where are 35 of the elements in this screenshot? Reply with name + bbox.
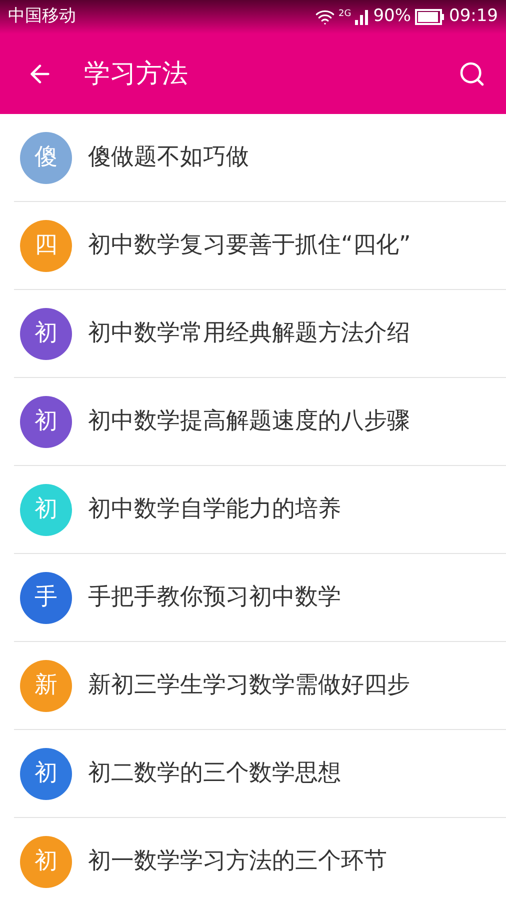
letter-avatar: 四: [20, 220, 72, 272]
battery-percent: 90%: [373, 5, 411, 28]
letter-avatar: 新: [20, 660, 72, 712]
list-item[interactable]: 初 初中数学提高解题速度的八步骤: [14, 378, 506, 466]
page-title: 学习方法: [84, 58, 188, 90]
letter-avatar: 初: [20, 484, 72, 536]
item-title: 初中数学常用经典解题方法介绍: [88, 319, 410, 348]
search-icon: [458, 60, 486, 88]
letter-avatar: 初: [20, 748, 72, 800]
clock: 09:19: [449, 5, 498, 28]
list-item[interactable]: 初 初中数学常用经典解题方法介绍: [14, 290, 506, 378]
list-item[interactable]: 初 初二数学的三个数学思想: [14, 730, 506, 818]
item-title: 手把手教你预习初中数学: [88, 583, 341, 612]
item-title: 初中数学自学能力的培养: [88, 495, 341, 524]
list-item[interactable]: 初 初一数学学习方法的三个环节: [14, 818, 506, 900]
battery-icon: [415, 9, 445, 25]
letter-avatar: 初: [20, 396, 72, 448]
list-item[interactable]: 四 初中数学复习要善于抓住“四化”: [14, 202, 506, 290]
letter-avatar: 初: [20, 308, 72, 360]
item-title: 傻做题不如巧做: [88, 143, 249, 172]
item-title: 初一数学学习方法的三个环节: [88, 847, 387, 876]
item-title: 初中数学提高解题速度的八步骤: [88, 407, 410, 436]
list-item[interactable]: 新 新初三学生学习数学需做好四步: [14, 642, 506, 730]
list-item[interactable]: 傻 傻做题不如巧做: [14, 114, 506, 202]
list-item[interactable]: 手 手把手教你预习初中数学: [14, 554, 506, 642]
letter-avatar: 手: [20, 572, 72, 624]
carrier-name: 中国移动: [8, 5, 76, 28]
item-title: 初中数学复习要善于抓住“四化”: [88, 231, 411, 260]
signal-icon: [355, 9, 370, 25]
network-type: 2G: [338, 8, 352, 22]
letter-avatar: 初: [20, 836, 72, 888]
item-title: 初二数学的三个数学思想: [88, 759, 341, 788]
item-title: 新初三学生学习数学需做好四步: [88, 671, 410, 700]
list-item[interactable]: 初 初中数学自学能力的培养: [14, 466, 506, 554]
letter-avatar: 傻: [20, 132, 72, 184]
